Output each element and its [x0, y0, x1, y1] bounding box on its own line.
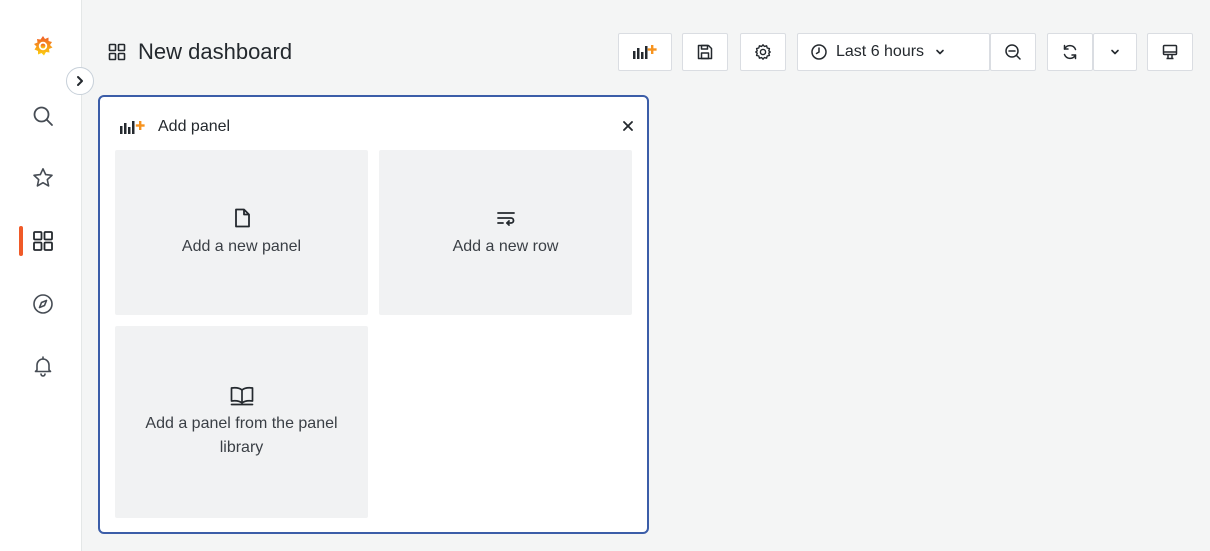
- dashboards-icon[interactable]: [29, 227, 57, 255]
- tv-mode-icon: [1162, 44, 1178, 60]
- close-icon: [623, 121, 633, 131]
- add-new-panel-option[interactable]: Add a new panel: [115, 150, 368, 315]
- chevron-right-icon: [77, 76, 83, 86]
- time-range-label: Last 6 hours: [836, 43, 925, 60]
- dashboard-settings-button[interactable]: [740, 33, 786, 71]
- sidebar-active-indicator: [19, 226, 23, 256]
- tv-mode-button[interactable]: [1147, 33, 1193, 71]
- settings-gear-icon: [755, 44, 771, 60]
- chevron-down-icon: [1111, 49, 1119, 55]
- refresh-icon: [1063, 44, 1077, 60]
- chevron-down-icon: [936, 49, 944, 55]
- star-icon[interactable]: [29, 164, 57, 192]
- save-icon: [697, 44, 713, 60]
- refresh-interval-dropdown[interactable]: [1093, 33, 1137, 71]
- refresh-button[interactable]: [1047, 33, 1093, 71]
- dashboard-grid-icon: [108, 43, 126, 61]
- add-panel-widget: Add panel Add a new panel Add a new row …: [98, 95, 649, 534]
- time-range-picker[interactable]: Last 6 hours: [797, 33, 990, 71]
- add-panel-title: Add panel: [158, 118, 231, 135]
- add-library-panel-label: Add a panel from the panel library: [145, 415, 338, 456]
- row-wrap-icon: [496, 211, 515, 226]
- zoom-out-icon: [1005, 44, 1021, 60]
- add-panel-icon: [633, 45, 657, 59]
- book-icon: [230, 386, 253, 406]
- add-panel-button[interactable]: [618, 33, 672, 71]
- add-new-panel-label: Add a new panel: [181, 237, 302, 255]
- add-new-row-option[interactable]: Add a new row: [379, 150, 632, 315]
- grafana-logo-icon[interactable]: [29, 32, 57, 60]
- save-button[interactable]: [682, 33, 728, 71]
- clock-icon: [811, 44, 827, 60]
- add-panel-icon: [120, 121, 145, 134]
- file-icon: [234, 208, 250, 227]
- add-library-panel-option[interactable]: Add a panel from the panel library: [115, 326, 368, 518]
- alerting-bell-icon[interactable]: [29, 352, 57, 380]
- explore-compass-icon[interactable]: [29, 290, 57, 318]
- zoom-out-button[interactable]: [990, 33, 1036, 71]
- add-new-row-label: Add a new row: [452, 237, 559, 255]
- sidebar-expand-button[interactable]: [66, 67, 94, 95]
- search-icon[interactable]: [29, 102, 57, 130]
- close-button[interactable]: [620, 118, 636, 134]
- page-title: New dashboard: [138, 39, 293, 64]
